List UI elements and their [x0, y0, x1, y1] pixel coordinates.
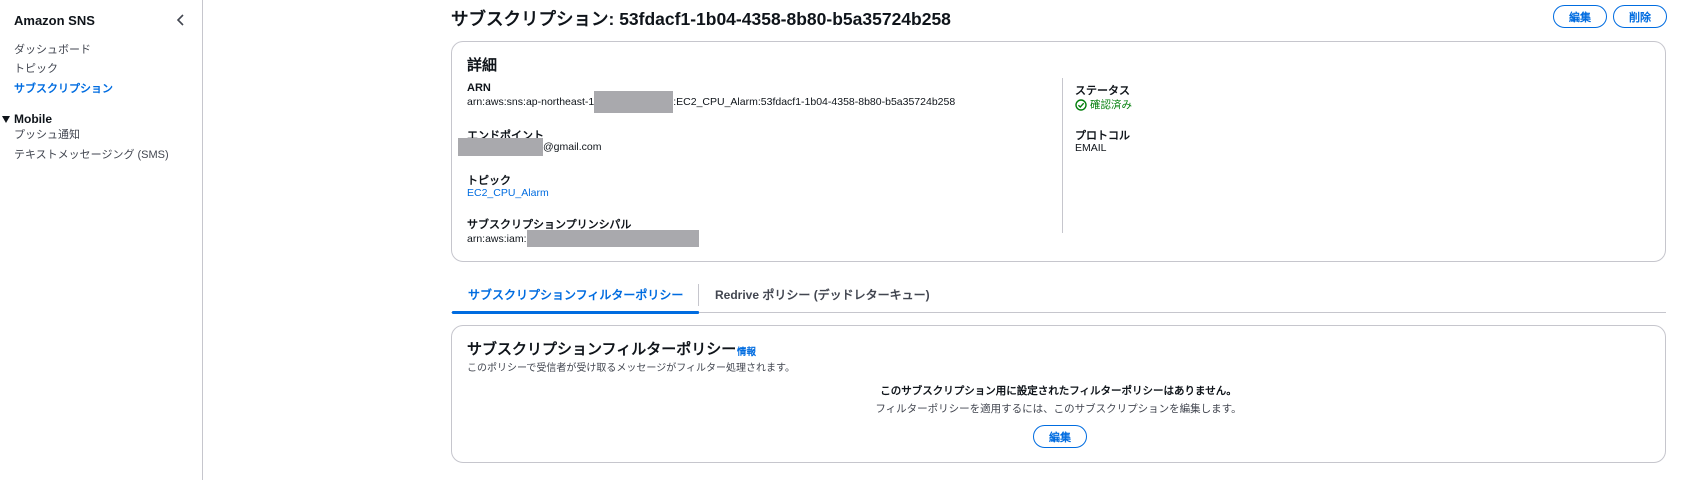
- sidebar-item-push-notifications[interactable]: プッシュ通知: [14, 126, 80, 142]
- arn-suffix: :EC2_CPU_Alarm:53fdacf1-1b04-4358-8b80-b…: [673, 96, 956, 108]
- arn-prefix: arn:aws:sns:ap-northeast-1: [467, 96, 595, 108]
- principal-value: arn:aws:iam:: [467, 230, 699, 247]
- sidebar-item-text-messaging[interactable]: テキストメッセージング (SMS): [14, 146, 169, 162]
- endpoint-suffix: @gmail.com: [543, 141, 602, 153]
- status-value: 確認済み: [1075, 97, 1132, 112]
- active-tab-indicator: [452, 311, 699, 314]
- info-link[interactable]: 情報: [737, 344, 756, 358]
- filter-policy-title: サブスクリプションフィルターポリシー: [467, 341, 737, 358]
- sidebar-section-label: Mobile: [14, 112, 52, 126]
- topic-link[interactable]: EC2_CPU_Alarm: [467, 187, 549, 199]
- empty-state-description: フィルターポリシーを適用するには、このサブスクリプションを編集します。: [875, 403, 1242, 415]
- sidebar-header: Amazon SNS: [14, 10, 189, 30]
- caret-down-icon: [2, 115, 10, 123]
- details-card: 詳細 ARN arn:aws:sns:ap-northeast-1 :EC2_C…: [451, 41, 1666, 262]
- principal-prefix: arn:aws:iam:: [467, 232, 527, 245]
- arn-value: arn:aws:sns:ap-northeast-1 :EC2_CPU_Alar…: [467, 91, 955, 113]
- page-title: サブスクリプション: 53fdacf1-1b04-4358-8b80-b5a35…: [451, 9, 951, 29]
- sidebar-item-subscriptions[interactable]: サブスクリプション: [14, 80, 113, 96]
- delete-button[interactable]: 削除: [1613, 5, 1667, 28]
- topic-value: EC2_CPU_Alarm: [467, 187, 549, 199]
- redacted-block: [458, 138, 543, 156]
- sidebar-item-dashboard[interactable]: ダッシュボード: [14, 41, 91, 57]
- sidebar-section-mobile[interactable]: Mobile: [2, 112, 52, 126]
- column-divider: [1062, 78, 1063, 233]
- sidebar-item-topics[interactable]: トピック: [14, 60, 58, 76]
- filter-edit-button[interactable]: 編集: [1033, 425, 1087, 448]
- collapse-sidebar-icon[interactable]: [173, 12, 189, 28]
- tab-list: サブスクリプションフィルターポリシー Redrive ポリシー (デッドレターキ…: [451, 280, 1666, 314]
- redacted-block: [526, 230, 699, 247]
- endpoint-value: @gmail.com: [458, 138, 602, 156]
- edit-button[interactable]: 編集: [1553, 5, 1607, 28]
- check-circle-icon: [1075, 98, 1087, 111]
- topic-label: トピック: [467, 175, 511, 187]
- redacted-block: [594, 91, 674, 113]
- tab-separator: [698, 284, 699, 306]
- sidebar-title: Amazon SNS: [14, 12, 95, 28]
- status-text: 確認済み: [1090, 99, 1132, 111]
- tab-subscription-filter-policy[interactable]: サブスクリプションフィルターポリシー: [468, 286, 683, 303]
- protocol-label: プロトコル: [1075, 130, 1130, 142]
- tab-redrive-policy[interactable]: Redrive ポリシー (デッドレターキュー): [715, 286, 930, 303]
- sidebar: Amazon SNS ダッシュボード トピック サブスクリプション Mobile…: [0, 0, 203, 480]
- empty-state-title: このサブスクリプション用に設定されたフィルターポリシーはありません。: [880, 385, 1237, 397]
- filter-policy-card: サブスクリプションフィルターポリシー 情報 このポリシーで受信者が受け取るメッセ…: [451, 325, 1666, 463]
- protocol-value: EMAIL: [1075, 142, 1107, 154]
- status-label: ステータス: [1075, 85, 1130, 97]
- filter-policy-description: このポリシーで受信者が受け取るメッセージがフィルター処理されます。: [467, 363, 795, 374]
- details-title: 詳細: [467, 57, 498, 74]
